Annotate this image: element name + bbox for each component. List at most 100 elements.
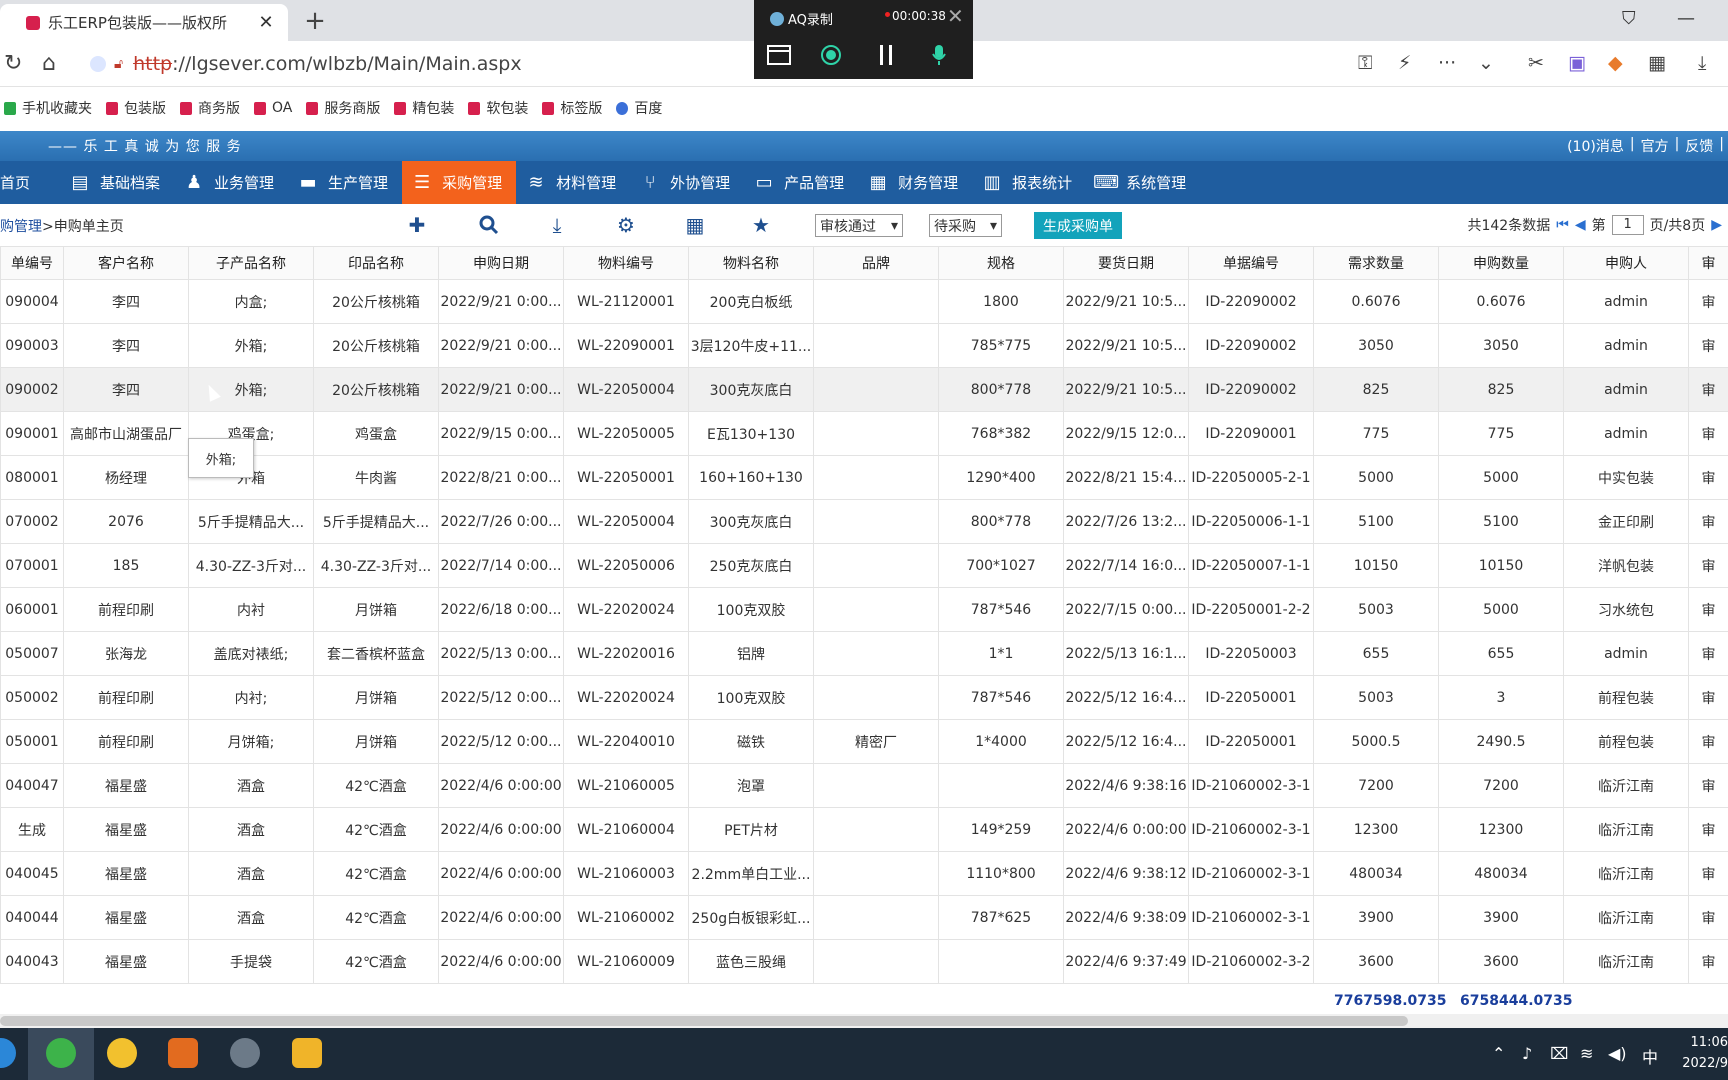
table-row[interactable]: 090002 李四 外箱; 20公斤核桃箱 2022/9/21 0:00... WL-22… xyxy=(0,367,1728,412)
recorder-close-icon[interactable]: ✕ xyxy=(947,4,964,28)
menu-outsourcing[interactable]: ⑂ 外协管理 xyxy=(630,161,744,204)
bookmark-soft-pack[interactable]: 软包装 xyxy=(468,98,528,118)
recorder-window-icon[interactable] xyxy=(766,44,792,66)
menu-finance[interactable]: ▦ 财务管理 xyxy=(858,161,972,204)
download-icon[interactable]: ⤓ xyxy=(544,212,570,238)
search-icon[interactable] xyxy=(476,212,502,238)
table-row[interactable]: 090004 李四 内盒; 20公斤核桃箱 2022/9/21 0:00... WL-21… xyxy=(0,279,1728,324)
table-row[interactable]: 080001 杨经理 外箱 牛肉酱 2022/8/21 0:00... WL-220500… xyxy=(0,455,1728,500)
bookmark-label[interactable]: 标签版 xyxy=(542,98,602,118)
column-header[interactable]: 单编号 xyxy=(0,246,64,280)
browser-360-icon[interactable] xyxy=(46,1038,76,1068)
table-row[interactable]: 040045 福星盛 酒盒 42℃酒盒 2022/4/6 0:00:00 WL-21060… xyxy=(0,851,1728,896)
table-row[interactable]: 090001 高邮市山湖蛋品厂 鸡蛋盒; 鸡蛋盒 2022/9/15 0:00... WL… xyxy=(0,411,1728,456)
key-icon[interactable]: ⚿ xyxy=(1358,52,1372,74)
input-icon[interactable]: ⌧ xyxy=(1550,1044,1568,1063)
horizontal-scrollbar[interactable] xyxy=(0,1014,1728,1028)
menu-products[interactable]: ▭ 产品管理 xyxy=(744,161,858,204)
lightning-icon[interactable]: ⚡︎ xyxy=(1398,52,1411,74)
table-row[interactable]: 060001 前程印刷 内衬 月饼箱 2022/6/18 0:00... WL-22020… xyxy=(0,587,1728,632)
close-tab-icon[interactable]: ✕ xyxy=(256,12,276,33)
browser-tab[interactable]: 乐工ERP包装版——版权所 ✕ xyxy=(0,4,288,41)
menu-business[interactable]: ♟ 业务管理 xyxy=(174,161,288,204)
table-row[interactable]: 070001 185 4.30-ZZ-3斤对... 4.30-ZZ-3斤对... 202… xyxy=(0,543,1728,588)
table-row[interactable]: 050007 张海龙 盖底对裱纸; 套二香槟杯蓝盒 2022/5/13 0:00... W… xyxy=(0,631,1728,676)
table-row[interactable]: 040043 福星盛 手提袋 42℃酒盒 2022/4/6 0:00:00 WL-2106… xyxy=(0,939,1728,984)
tray-chevron-icon[interactable]: ⌃ xyxy=(1492,1044,1505,1063)
column-header[interactable]: 审 xyxy=(1688,246,1728,280)
translate-icon[interactable]: ▣ xyxy=(1568,52,1586,74)
file-explorer-icon[interactable] xyxy=(292,1038,322,1068)
url-field[interactable]: 🔓︎ http ://lgsever.com/wlbzb/Main/Main.a… xyxy=(90,47,750,81)
microphone-icon[interactable]: ♪ xyxy=(1522,1044,1532,1063)
page-number-input[interactable]: 1 xyxy=(1611,215,1644,235)
scrollbar-thumb[interactable] xyxy=(0,1016,1408,1026)
chevron-down-icon[interactable]: ⌄ xyxy=(1478,52,1494,74)
table-row[interactable]: 050002 前程印刷 内衬; 月饼箱 2022/5/12 0:00... WL-2202… xyxy=(0,675,1728,720)
bookmark-business[interactable]: 商务版 xyxy=(180,98,240,118)
start-icon[interactable] xyxy=(0,1038,16,1068)
wifi-icon[interactable]: ≋ xyxy=(1580,1044,1593,1063)
first-page-icon[interactable]: ⏮ xyxy=(1556,217,1569,233)
ime-indicator[interactable]: 中 xyxy=(1642,1044,1658,1068)
bookmark-oa[interactable]: OA xyxy=(254,100,292,116)
column-header[interactable]: 品牌 xyxy=(813,246,939,280)
home-icon[interactable]: ⌂ xyxy=(42,51,56,76)
bookmark-fine-pack[interactable]: 精包装 xyxy=(394,98,454,118)
more-icon[interactable]: ··· xyxy=(1438,52,1456,74)
app-g-icon[interactable] xyxy=(168,1038,198,1068)
calendar-icon[interactable]: ▦ xyxy=(682,212,708,238)
menu-purchase[interactable]: ☰ 采购管理 xyxy=(402,161,517,204)
column-header[interactable]: 子产品名称 xyxy=(188,246,314,280)
minimize-icon[interactable]: — xyxy=(1677,8,1695,29)
column-header[interactable]: 申购数量 xyxy=(1438,246,1564,280)
breadcrumb-parent[interactable]: 购管理 xyxy=(0,219,42,235)
official-link[interactable]: 官方 xyxy=(1641,136,1669,156)
game-icon[interactable]: ◆ xyxy=(1608,52,1623,74)
purchase-filter-select[interactable]: 待采购 ▾ xyxy=(929,214,1002,237)
column-header[interactable]: 申购人 xyxy=(1563,246,1689,280)
star-icon[interactable]: ★ xyxy=(748,212,774,238)
status-filter-select[interactable]: 审核通过 ▾ xyxy=(815,214,903,237)
scissors-icon[interactable]: ✂ xyxy=(1528,52,1544,74)
add-icon[interactable]: ✚ xyxy=(404,212,430,238)
menu-home[interactable]: 首页 xyxy=(0,161,60,204)
column-header[interactable]: 单据编号 xyxy=(1188,246,1314,280)
table-row[interactable]: 生成 福星盛 酒盒 42℃酒盒 2022/4/6 0:00:00 WL-21060004 P… xyxy=(0,807,1728,852)
column-header[interactable]: 规格 xyxy=(938,246,1064,280)
table-row[interactable]: 050001 前程印刷 月饼箱; 月饼箱 2022/5/12 0:00... WL-220… xyxy=(0,719,1728,764)
column-header[interactable]: 印品名称 xyxy=(313,246,439,280)
column-header[interactable]: 物料名称 xyxy=(688,246,814,280)
recorder-record-icon[interactable] xyxy=(818,44,844,66)
generate-purchase-order-button[interactable]: 生成采购单 xyxy=(1034,212,1122,239)
column-header[interactable]: 要货日期 xyxy=(1063,246,1189,280)
table-row[interactable]: 090003 李四 外箱; 20公斤核桃箱 2022/9/21 0:00... WL-22… xyxy=(0,323,1728,368)
feedback-link[interactable]: 反馈 xyxy=(1685,136,1713,156)
bookmark-baidu[interactable]: 百度 xyxy=(616,98,662,118)
recorder-app-icon[interactable] xyxy=(230,1038,260,1068)
volume-icon[interactable]: ◀) xyxy=(1608,1044,1627,1063)
gear-icon[interactable]: ⚙ xyxy=(613,212,639,238)
app-plus-icon[interactable] xyxy=(107,1038,137,1068)
menu-materials[interactable]: ≋ 材料管理 xyxy=(516,161,630,204)
table-row[interactable]: 070002 2076 5斤手提精品大... 5斤手提精品大... 2022/7/26 … xyxy=(0,499,1728,544)
shirt-icon[interactable]: ⛉ xyxy=(1622,8,1636,29)
prev-page-icon[interactable]: ◀ xyxy=(1575,217,1586,233)
menu-system[interactable]: ⌨ 系统管理 xyxy=(1086,161,1200,204)
apps-icon[interactable]: ▦ xyxy=(1648,52,1666,74)
reload-icon[interactable]: ↻ xyxy=(4,51,22,76)
table-row[interactable]: 040047 福星盛 酒盒 42℃酒盒 2022/4/6 0:00:00 WL-21060… xyxy=(0,763,1728,808)
recorder-mic-icon[interactable] xyxy=(926,44,952,66)
menu-basic-files[interactable]: ▤ 基础档案 xyxy=(60,161,174,204)
bookmark-mobile[interactable]: 手机收藏夹 xyxy=(4,98,92,118)
next-page-icon[interactable]: ▶ xyxy=(1711,217,1722,233)
bookmark-service[interactable]: 服务商版 xyxy=(306,98,380,118)
new-tab-button[interactable]: + xyxy=(300,6,330,36)
messages-link[interactable]: (10)消息 xyxy=(1567,136,1624,156)
menu-production[interactable]: ▬ 生产管理 xyxy=(288,161,402,204)
column-header[interactable]: 申购日期 xyxy=(438,246,564,280)
menu-reports[interactable]: ▥ 报表统计 xyxy=(972,161,1086,204)
bookmark-packaging[interactable]: 包装版 xyxy=(106,98,166,118)
column-header[interactable]: 需求数量 xyxy=(1313,246,1439,280)
download-icon[interactable]: ⤓ xyxy=(1698,52,1706,74)
